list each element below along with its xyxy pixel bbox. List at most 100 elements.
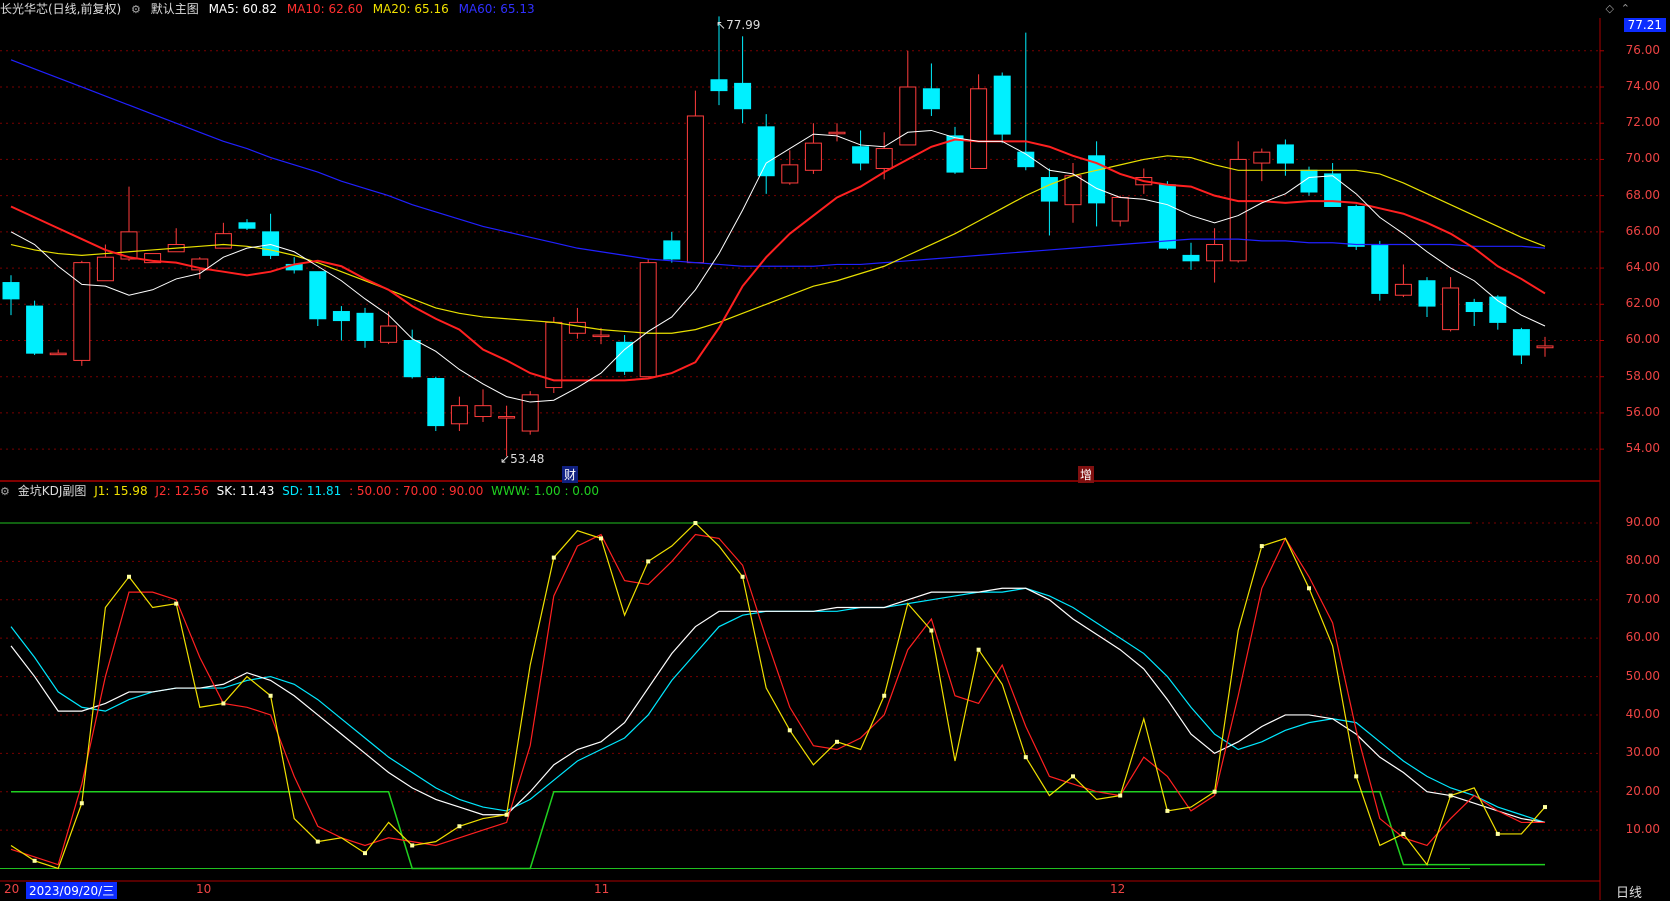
price-axis-label: 54.00: [1625, 441, 1660, 456]
price-axis-label: 72.00: [1625, 115, 1660, 130]
candle-down: [852, 146, 870, 164]
kdj-j1-point: [1259, 544, 1264, 549]
kdj-axis-label: 50.00: [1625, 668, 1660, 683]
kdj-sd-line: [10, 587, 1546, 823]
candle-down: [922, 88, 940, 110]
x-axis-year-prefix: 20: [4, 882, 20, 896]
price-axis-label: 68.00: [1625, 187, 1660, 202]
candle-up: [828, 131, 846, 135]
candle-down: [403, 339, 421, 378]
kdj-j1-point: [221, 701, 226, 706]
kdj-j1-point: [1307, 586, 1311, 591]
candle-down: [1418, 280, 1436, 307]
kdj-j1-point: [79, 801, 84, 806]
kdj-j1-point: [1165, 808, 1170, 813]
candle-up: [96, 256, 114, 282]
candle-down: [309, 271, 327, 320]
candle-up: [686, 115, 704, 264]
kdj-j1-point: [1071, 774, 1075, 779]
candle-up: [1111, 196, 1129, 222]
kdj-title[interactable]: 金坑KDJ副图: [18, 484, 87, 498]
candle-down: [663, 240, 681, 260]
kdj-axis-label: 70.00: [1625, 591, 1660, 606]
candle-up: [450, 405, 468, 425]
kdj-j1-point: [1543, 805, 1547, 810]
price-chart[interactable]: [0, 0, 1670, 900]
candle-up: [1394, 283, 1412, 296]
candle-down: [1276, 144, 1294, 164]
kdj-j1-point: [1212, 789, 1217, 794]
kdj-j1-point: [1495, 831, 1500, 836]
candle-up: [781, 164, 799, 184]
increase-event-marker[interactable]: 增: [1078, 466, 1095, 483]
candle-up: [970, 88, 988, 169]
candle-down: [2, 282, 20, 300]
kdj-j1-point: [882, 693, 887, 698]
candle-up: [1253, 151, 1271, 164]
kdj-j1-point: [646, 559, 651, 564]
price-axis-label: 76.00: [1625, 42, 1660, 57]
candle-down: [1512, 329, 1530, 356]
low-price-annotation: ↙53.48: [500, 452, 545, 466]
candle-down: [332, 311, 350, 322]
candle-up: [380, 325, 398, 343]
kdj-axis-label: 10.00: [1625, 822, 1660, 837]
candle-down: [427, 378, 445, 427]
price-axis-label: 70.00: [1625, 151, 1660, 166]
chevron-up-icon[interactable]: ⌃: [1621, 2, 1630, 15]
kdj-j1-point: [457, 824, 462, 829]
candle-down: [1182, 254, 1200, 262]
kdj-j1-point: [929, 628, 934, 633]
kdj-j1-point: [127, 574, 131, 579]
kdj-j1-point: [268, 693, 273, 698]
sk-value: SK: 11.43: [216, 484, 275, 498]
period-selector[interactable]: 日线: [1616, 882, 1642, 901]
candle-down: [1040, 177, 1058, 202]
ma10-value: MA10: 62.60: [286, 2, 363, 16]
kdj-axis-label: 90.00: [1625, 515, 1660, 530]
candle-down: [757, 126, 775, 177]
kdj-axis-label: 30.00: [1625, 745, 1660, 760]
candle-down: [1371, 244, 1389, 294]
kdj-axis-label: 20.00: [1625, 783, 1660, 798]
candle-up: [49, 352, 67, 356]
price-axis-label: 62.00: [1625, 296, 1660, 311]
current-price-label: 77.21: [1623, 18, 1666, 32]
candle-up: [1064, 175, 1082, 206]
candle-down: [616, 341, 634, 372]
candle-down: [1158, 184, 1176, 249]
settings-gear-icon[interactable]: ⚙: [0, 485, 10, 498]
candle-down: [26, 305, 44, 354]
kdj-j1-line: [10, 522, 1546, 870]
j2-value: J2: 12.56: [155, 484, 209, 498]
kdj-axis-label: 80.00: [1625, 553, 1660, 568]
x-axis-month-11: 11: [594, 882, 610, 896]
settings-gear-icon[interactable]: ⚙: [131, 3, 141, 16]
finance-event-marker[interactable]: 财: [562, 466, 579, 483]
price-axis-label: 60.00: [1625, 332, 1660, 347]
diamond-icon[interactable]: ◇: [1606, 2, 1614, 15]
kdj-j1-point: [740, 574, 745, 579]
cursor-date-box: 2023/09/20/三: [26, 882, 118, 899]
price-axis-label: 58.00: [1625, 368, 1660, 383]
kdj-j1-point: [1401, 831, 1406, 836]
kdj-axis-label: 40.00: [1625, 706, 1660, 721]
candle-up: [875, 148, 893, 169]
candle-down: [238, 222, 256, 229]
kdj-j1-point: [363, 851, 367, 856]
levels-value: : 50.00 : 70.00 : 90.00: [349, 484, 484, 498]
main-chart-label[interactable]: 默认主图: [151, 2, 199, 16]
stock-title[interactable]: 长光华芯(日线,前复权): [0, 2, 121, 16]
candle-up: [474, 405, 492, 418]
x-axis-month-12: 12: [1110, 882, 1126, 896]
candle-up: [1536, 345, 1554, 349]
kdj-sk-line: [10, 587, 1546, 824]
candle-down: [1465, 301, 1483, 313]
candle-down: [734, 82, 752, 110]
candle-up: [214, 233, 232, 249]
candle-up: [498, 416, 516, 419]
candle-up: [1206, 244, 1224, 262]
price-axis-label: 56.00: [1625, 404, 1660, 419]
kdj-j2-line: [10, 533, 1545, 866]
kdj-axis-label: 60.00: [1625, 630, 1660, 645]
